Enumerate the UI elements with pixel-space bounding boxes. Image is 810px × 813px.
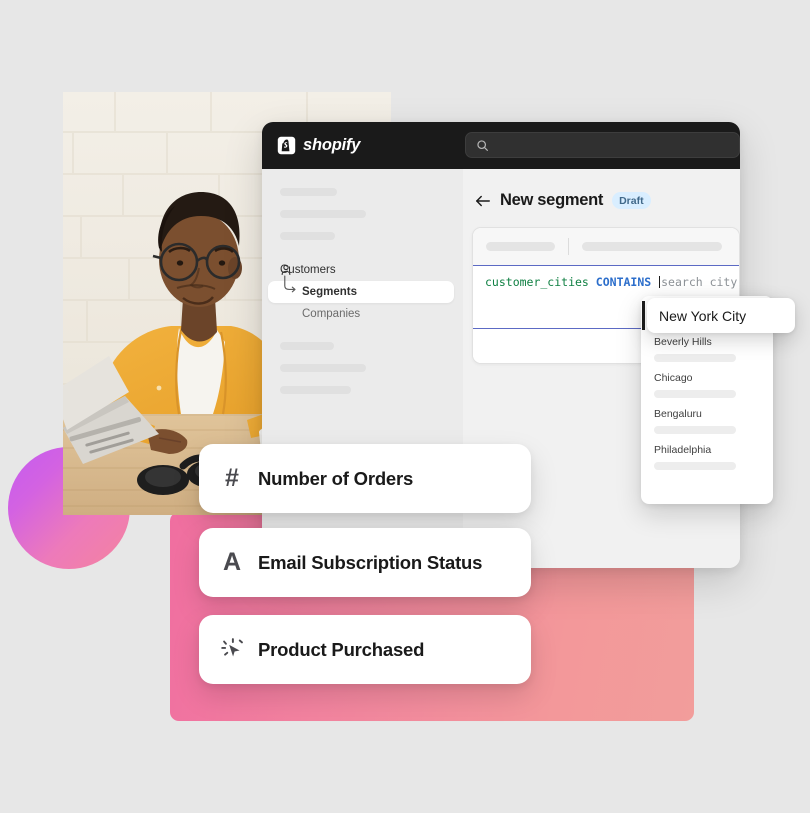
global-search-input[interactable] [465, 132, 740, 158]
page-title: New segment [500, 191, 604, 209]
sidebar-item-segments[interactable]: Segments [268, 275, 454, 303]
back-arrow-icon[interactable] [475, 194, 491, 208]
sidebar-skeleton-item [280, 188, 337, 196]
search-icon [477, 139, 488, 151]
selected-city-option[interactable]: New York City [647, 298, 795, 333]
query-field-token: customer_cities [485, 275, 589, 289]
click-cursor-icon [213, 637, 251, 662]
text-caret [659, 276, 661, 288]
city-option-label: Bengaluru [654, 408, 702, 420]
attribute-card-product-purchased[interactable]: Product Purchased [199, 615, 531, 684]
admin-topbar: shopify [262, 122, 740, 169]
list-item[interactable]: Chicago [641, 372, 773, 398]
letter-a-icon: A [222, 548, 242, 576]
city-option-skeleton [654, 390, 736, 398]
toolbar-skeleton-pill[interactable] [582, 242, 722, 251]
sidebar-item-companies[interactable]: Companies [268, 303, 454, 325]
query-line: customer_cities CONTAINS search city [485, 276, 739, 289]
sidebar-item-label: Companies [302, 308, 361, 320]
editor-toolbar [473, 228, 739, 265]
sidebar-skeleton-item [280, 364, 366, 372]
toolbar-divider [568, 238, 569, 255]
hash-icon: # [225, 464, 239, 492]
shopify-wordmark: shopify [303, 136, 361, 154]
toolbar-skeleton-pill[interactable] [486, 242, 555, 251]
list-item[interactable]: Bengaluru [641, 408, 773, 434]
attribute-card-number-of-orders[interactable]: # Number of Orders [199, 444, 531, 513]
city-option-label: Chicago [654, 372, 693, 384]
attribute-card-email-subscription-status[interactable]: A Email Subscription Status [199, 528, 531, 597]
query-operator-token: CONTAINS [595, 275, 652, 289]
sidebar-skeleton-item [280, 210, 366, 218]
list-item[interactable]: Beverly Hills [641, 336, 773, 362]
city-option-skeleton [654, 354, 736, 362]
promo-composition: shopify Customers Segments Companies New… [0, 0, 810, 813]
attribute-card-label: Number of Orders [258, 467, 414, 489]
city-option-skeleton [654, 426, 736, 434]
shopify-brand[interactable]: shopify [277, 135, 437, 156]
sidebar-skeleton-item [280, 342, 334, 350]
branch-arrow-icon [284, 275, 296, 293]
city-option-label: Philadelphia [654, 444, 712, 456]
status-badge: Draft [612, 192, 651, 209]
sidebar-skeleton-item [280, 386, 351, 394]
attribute-card-label: Product Purchased [258, 638, 425, 660]
city-option-skeleton [654, 462, 736, 470]
attribute-card-label: Email Subscription Status [258, 551, 483, 573]
query-placeholder-token: search city [661, 275, 738, 289]
page-header: New segment Draft [475, 191, 740, 210]
sidebar-item-label: Segments [302, 286, 357, 298]
list-item[interactable]: Philadelphia [641, 444, 773, 470]
city-option-label: Beverly Hills [654, 336, 712, 348]
shopify-bag-icon [277, 136, 296, 155]
dropdown-caret-marker [642, 301, 645, 330]
selected-city-label: New York City [659, 307, 747, 324]
sidebar-skeleton-item [280, 232, 335, 240]
